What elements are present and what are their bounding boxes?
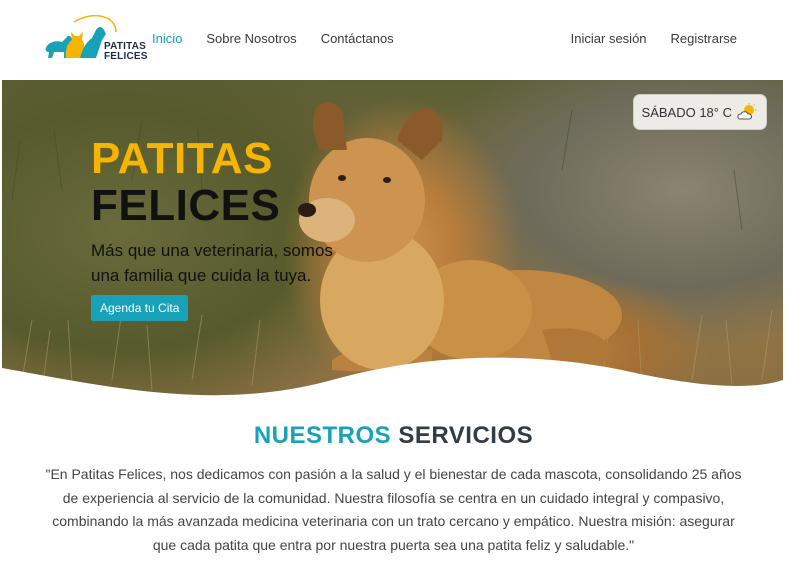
logo-text: PATITAS FELICES <box>104 42 148 62</box>
services-description: "En Patitas Felices, nos dedicamos con p… <box>45 466 742 553</box>
services-title-part-2: SERVICIOS <box>398 422 534 449</box>
hero-title-line-2: FELICES <box>91 181 281 230</box>
services-title: NUESTROS SERVICIOS <box>0 422 787 450</box>
hero-subtitle: Más que una veterinaria, somos una famil… <box>91 241 333 285</box>
book-appointment-button[interactable]: Agenda tu Cita <box>91 295 189 321</box>
page: PATITAS FELICES Inicio Sobre Nosotros Co… <box>0 0 787 561</box>
services-title-part-1: NUESTROS <box>253 422 392 449</box>
register-link[interactable]: Registrarse <box>671 31 737 46</box>
logo-line-2: FELICES <box>104 51 148 62</box>
login-link[interactable]: Iniciar sesión <box>571 31 647 46</box>
nav-link-sobre-nosotros[interactable]: Sobre Nosotros <box>206 31 296 46</box>
weather-text: SÁBADO 18° C <box>641 104 732 120</box>
auth-nav: Iniciar sesión Registrarse <box>571 31 737 46</box>
nav-link-contactanos[interactable]: Contáctanos <box>321 31 394 46</box>
hero-wave-divider <box>2 357 783 410</box>
main-nav: Inicio Sobre Nosotros Contáctanos <box>152 31 394 46</box>
nav-link-inicio[interactable]: Inicio <box>152 31 182 46</box>
hero-title-line-1: PATITAS <box>91 134 273 183</box>
partly-cloudy-icon <box>737 103 757 120</box>
navbar: PATITAS FELICES Inicio Sobre Nosotros Co… <box>0 0 787 80</box>
logo[interactable]: PATITAS FELICES <box>44 12 147 68</box>
weather-widget: SÁBADO 18° C <box>632 94 767 130</box>
hero-banner: SÁBADO 18° C PATITAS FELICES Más que una… <box>2 80 783 410</box>
